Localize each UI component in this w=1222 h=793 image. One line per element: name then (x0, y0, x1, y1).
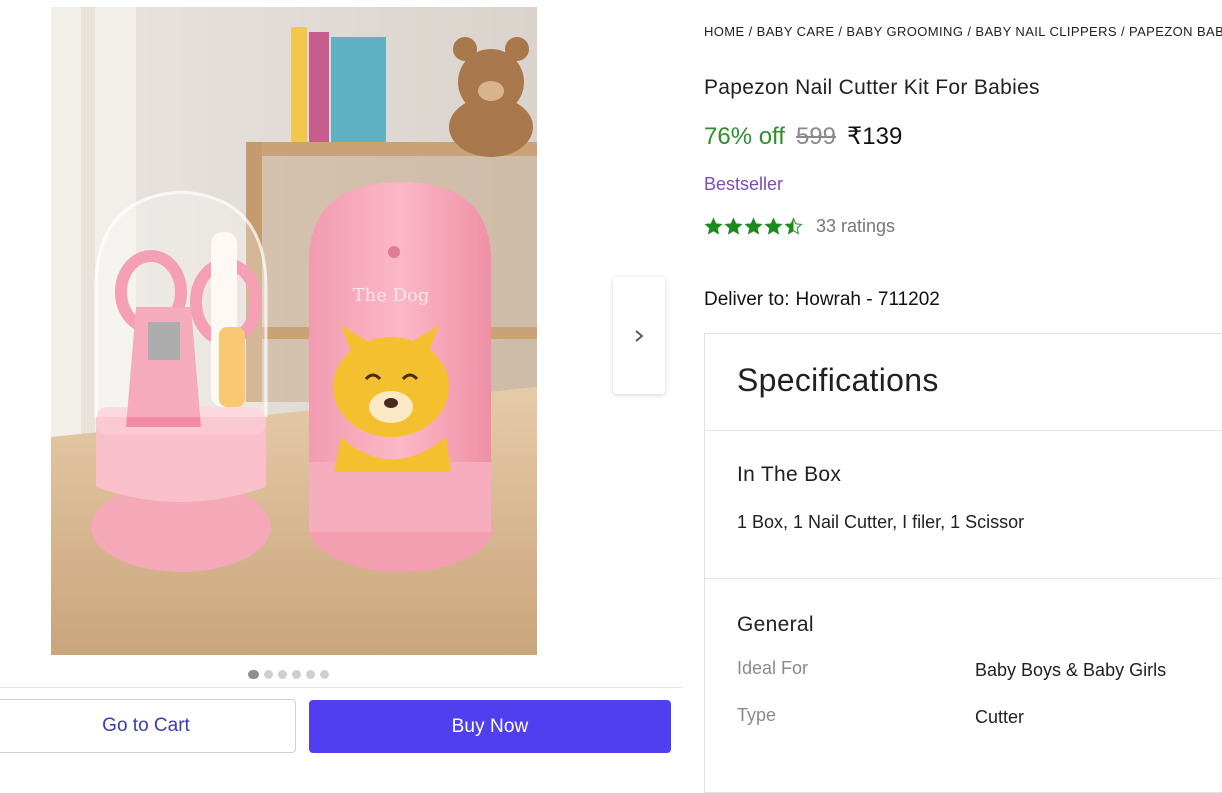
deliver-to-label: Deliver to: (704, 289, 790, 310)
specifications-card (704, 333, 1222, 793)
breadcrumb-item[interactable]: BABY GROOMING (846, 24, 963, 39)
spec-value-type: Cutter (975, 707, 1025, 727)
star-icon (744, 217, 763, 235)
breadcrumb-separator: / (967, 24, 972, 39)
breadcrumb: HOME / BABY CARE / BABY GROOMING / BABY NAIL C… (704, 24, 1222, 39)
breadcrumb-separator: / (1120, 24, 1125, 39)
star-icon (704, 217, 723, 235)
go-to-cart-button[interactable]: Go to Cart (0, 699, 296, 753)
carousel-dot[interactable] (306, 670, 315, 679)
carousel-dot[interactable] (264, 670, 273, 679)
breadcrumb-item[interactable]: PAPEZON BABY (1129, 24, 1222, 39)
carousel-dot[interactable] (248, 670, 259, 679)
price-row: 76% off 599 ₹139 (704, 122, 902, 151)
buy-now-button[interactable]: Buy Now (309, 700, 671, 753)
star-icon (724, 217, 743, 235)
breadcrumb-item[interactable]: BABY NAIL CLIPPERS (975, 24, 1117, 39)
star-icon (784, 217, 803, 235)
in-the-box-value: 1 Box, 1 Nail Cutter, I filer, 1 Scissor (737, 512, 1025, 532)
rating-row[interactable]: 33 ratings (704, 216, 895, 237)
divider (705, 578, 1222, 579)
carousel-dots (248, 670, 329, 679)
carousel-next-button[interactable] (613, 277, 665, 394)
general-title: General (737, 613, 814, 636)
discount-label: 76% off (704, 123, 785, 150)
mrp-price: 599 (795, 123, 836, 150)
rating-count: 33 ratings (816, 216, 896, 236)
chevron-right-icon (635, 329, 644, 342)
delivery-location[interactable]: Howrah - 711202 (796, 289, 940, 311)
delivery-row[interactable]: Deliver to: Howrah - 711202 (704, 289, 940, 311)
image-caption: The Dog (353, 285, 430, 306)
specifications-heading: Specifications (737, 362, 939, 398)
spec-label-type: Type (737, 705, 777, 725)
product-image[interactable]: The Dog (51, 7, 537, 655)
star-rating (704, 217, 803, 236)
selling-price: ₹139 (847, 123, 903, 150)
carousel-dot[interactable] (278, 670, 287, 679)
carousel-dot[interactable] (320, 670, 329, 679)
breadcrumb-separator: / (748, 24, 753, 39)
divider (705, 430, 1222, 431)
breadcrumb-separator: / (838, 24, 843, 39)
spec-label-ideal-for: Ideal For (737, 658, 809, 678)
in-the-box-title: In The Box (737, 463, 842, 486)
star-icon (764, 217, 783, 235)
breadcrumb-item[interactable]: HOME (704, 24, 745, 39)
spec-value-ideal-for: Baby Boys & Baby Girls (975, 660, 1167, 680)
breadcrumb-item[interactable]: BABY CARE (757, 24, 835, 39)
product-title: Papezon Nail Cutter Kit For Babies (704, 76, 1040, 99)
bestseller-badge: Bestseller (704, 174, 784, 194)
carousel-dot[interactable] (292, 670, 301, 679)
